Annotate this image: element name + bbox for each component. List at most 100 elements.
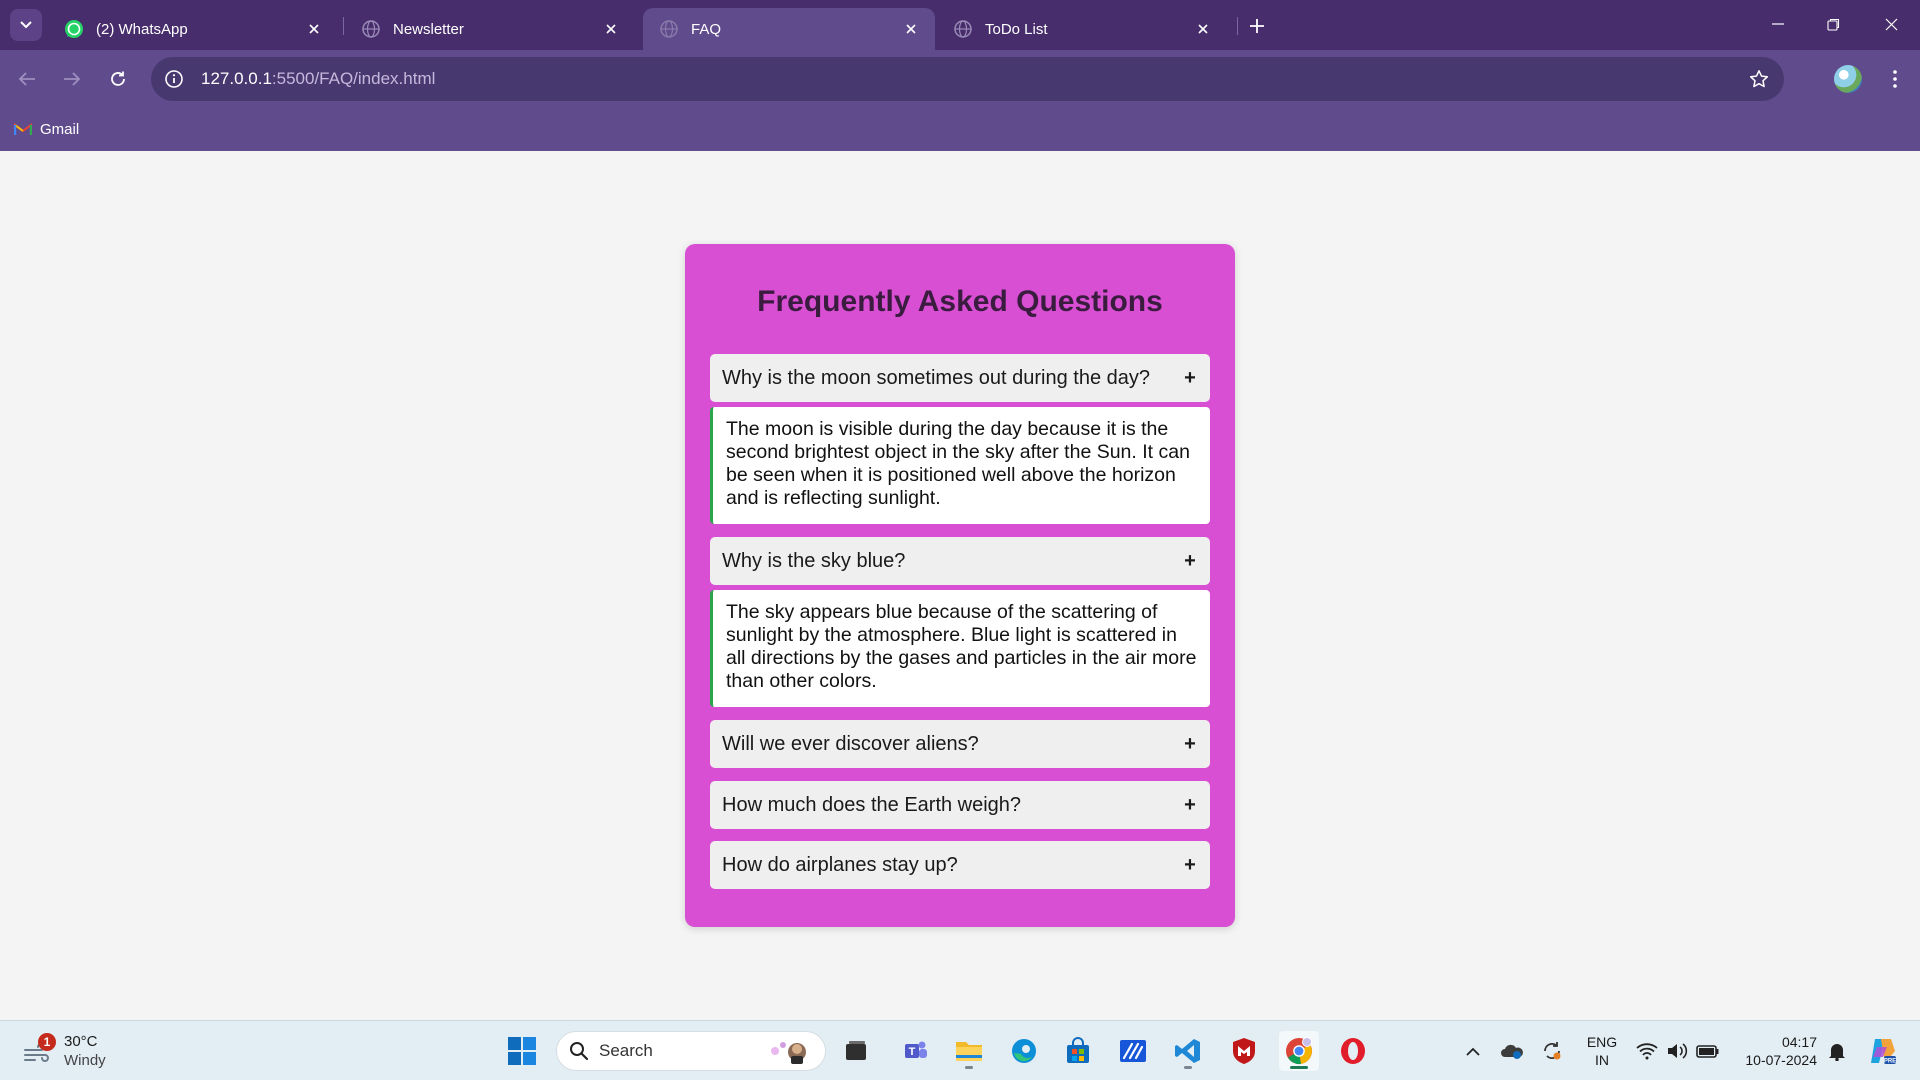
globe-icon (953, 19, 973, 39)
arrow-right-icon (64, 72, 81, 86)
system-clock[interactable]: 04:17 10-07-2024 (1737, 1033, 1817, 1069)
url-text: 127.0.0.1:5500/FAQ/index.html (201, 69, 435, 89)
reload-button[interactable] (101, 62, 135, 96)
restore-button[interactable] (1813, 8, 1853, 40)
page-content: Frequently Asked Questions Why is the mo… (0, 151, 1920, 1020)
question-text: How much does the Earth weigh? (722, 793, 1022, 816)
search-highlight-icon (771, 1042, 806, 1064)
minimize-button[interactable] (1758, 8, 1798, 40)
bookmarks-bar: Gmail (0, 108, 1920, 151)
weather-condition: Windy (64, 1052, 106, 1069)
close-icon (1885, 18, 1897, 30)
close-tab-icon[interactable] (1193, 19, 1213, 39)
plus-icon[interactable]: + (1182, 794, 1198, 817)
bookmark-gmail[interactable]: Gmail (14, 118, 79, 140)
arrow-left-icon (18, 72, 35, 86)
battery-icon[interactable] (1694, 1031, 1722, 1071)
mail-icon[interactable] (1113, 1031, 1153, 1071)
svg-text:T: T (909, 1046, 916, 1058)
close-tab-icon[interactable] (901, 19, 921, 39)
site-info-icon[interactable] (163, 68, 185, 90)
reload-icon (111, 71, 125, 86)
taskbar: 1 30°C Windy Search T ENG IN 04:17 10-07… (0, 1020, 1920, 1080)
close-tab-icon[interactable] (304, 19, 324, 39)
file-explorer-icon[interactable] (949, 1031, 989, 1071)
plus-icon[interactable]: + (1182, 854, 1198, 877)
tab-title: Newsletter (393, 20, 464, 38)
running-indicator (1290, 1066, 1308, 1069)
close-window-button[interactable] (1871, 8, 1911, 40)
question-text: Why is the sky blue? (722, 549, 906, 572)
weather-temperature: 30°C (64, 1033, 98, 1050)
microsoft-store-icon[interactable] (1058, 1031, 1098, 1071)
weather-widget[interactable]: 1 30°C Windy (22, 1030, 106, 1072)
volume-icon[interactable] (1664, 1031, 1690, 1071)
tab-title: (2) WhatsApp (96, 20, 188, 38)
clock-time: 04:17 (1781, 1034, 1817, 1050)
input-language-indicator[interactable]: ENG IN (1586, 1033, 1618, 1069)
taskbar-search-box[interactable]: Search (556, 1031, 826, 1071)
faq-question[interactable]: How do airplanes stay up? + (710, 841, 1210, 889)
plus-icon[interactable]: + (1182, 367, 1198, 390)
tab-title: FAQ (691, 20, 722, 38)
question-text: Why is the moon sometimes out during the… (722, 366, 1150, 389)
faq-question[interactable]: Why is the moon sometimes out during the… (710, 354, 1210, 402)
tab-divider (343, 17, 344, 35)
bookmark-star-icon[interactable] (1748, 68, 1770, 90)
close-tab-icon[interactable] (601, 19, 621, 39)
edge-icon[interactable] (1004, 1031, 1044, 1071)
onedrive-icon[interactable] (1498, 1031, 1526, 1071)
minimize-icon (1772, 23, 1784, 25)
faq-heading: Frequently Asked Questions (757, 285, 1163, 318)
more-vertical-icon (1893, 70, 1897, 88)
faq-question[interactable]: Why is the sky blue? + (710, 537, 1210, 585)
tab-strip: (2) WhatsApp Newsletter FAQ ToDo List (0, 0, 1920, 50)
faq-answer: The moon is visible during the day becau… (710, 407, 1210, 524)
bookmark-label: Gmail (40, 120, 80, 138)
sync-status-icon[interactable] (1538, 1031, 1566, 1071)
browser-toolbar: 127.0.0.1:5500/FAQ/index.html (0, 50, 1920, 108)
plus-icon[interactable]: + (1182, 733, 1198, 756)
svg-text:PRE: PRE (1884, 1059, 1896, 1065)
faq-question[interactable]: How much does the Earth weigh? + (710, 781, 1210, 829)
url-host: 127.0.0.1 (201, 69, 272, 88)
language-region: IN (1595, 1052, 1609, 1068)
browser-menu-button[interactable] (1880, 64, 1910, 94)
faq-answer: The sky appears blue because of the scat… (710, 590, 1210, 707)
tab-faq[interactable]: FAQ (643, 8, 935, 50)
weather-alert-badge: 1 (38, 1033, 56, 1051)
globe-icon (659, 19, 679, 39)
wifi-icon[interactable] (1634, 1031, 1660, 1071)
running-indicator (965, 1066, 973, 1069)
clock-date: 10-07-2024 (1745, 1052, 1817, 1068)
notification-bell-icon[interactable] (1824, 1031, 1850, 1071)
restore-icon (1826, 18, 1839, 31)
tab-newsletter[interactable]: Newsletter (345, 8, 635, 50)
tab-whatsapp[interactable]: (2) WhatsApp (48, 8, 338, 50)
tab-search-button[interactable] (10, 9, 42, 41)
tab-todo-list[interactable]: ToDo List (937, 8, 1227, 50)
gmail-icon (14, 123, 32, 135)
show-hidden-icons-chevron-icon[interactable] (1460, 1031, 1486, 1071)
back-button[interactable] (10, 62, 44, 96)
profile-avatar[interactable] (1834, 65, 1862, 93)
vscode-icon[interactable] (1168, 1031, 1208, 1071)
mcafee-icon[interactable] (1224, 1031, 1264, 1071)
task-view-icon[interactable] (836, 1031, 876, 1071)
forward-button[interactable] (55, 62, 89, 96)
opera-icon[interactable] (1333, 1031, 1373, 1071)
chevron-down-icon (20, 21, 32, 29)
new-tab-button[interactable] (1244, 13, 1270, 39)
language-code: ENG (1586, 1034, 1618, 1050)
tab-title: ToDo List (985, 20, 1048, 38)
faq-question[interactable]: Will we ever discover aliens? + (710, 720, 1210, 768)
faq-container: Frequently Asked Questions Why is the mo… (685, 244, 1235, 927)
copilot-icon[interactable]: PRE (1864, 1031, 1900, 1071)
teams-icon[interactable]: T (895, 1031, 935, 1071)
chrome-icon[interactable] (1279, 1031, 1319, 1071)
windows-start-icon[interactable] (502, 1031, 542, 1071)
search-icon (570, 1042, 589, 1061)
plus-icon[interactable]: + (1182, 550, 1198, 573)
question-text: How do airplanes stay up? (722, 853, 958, 876)
address-bar[interactable]: 127.0.0.1:5500/FAQ/index.html (151, 57, 1784, 101)
